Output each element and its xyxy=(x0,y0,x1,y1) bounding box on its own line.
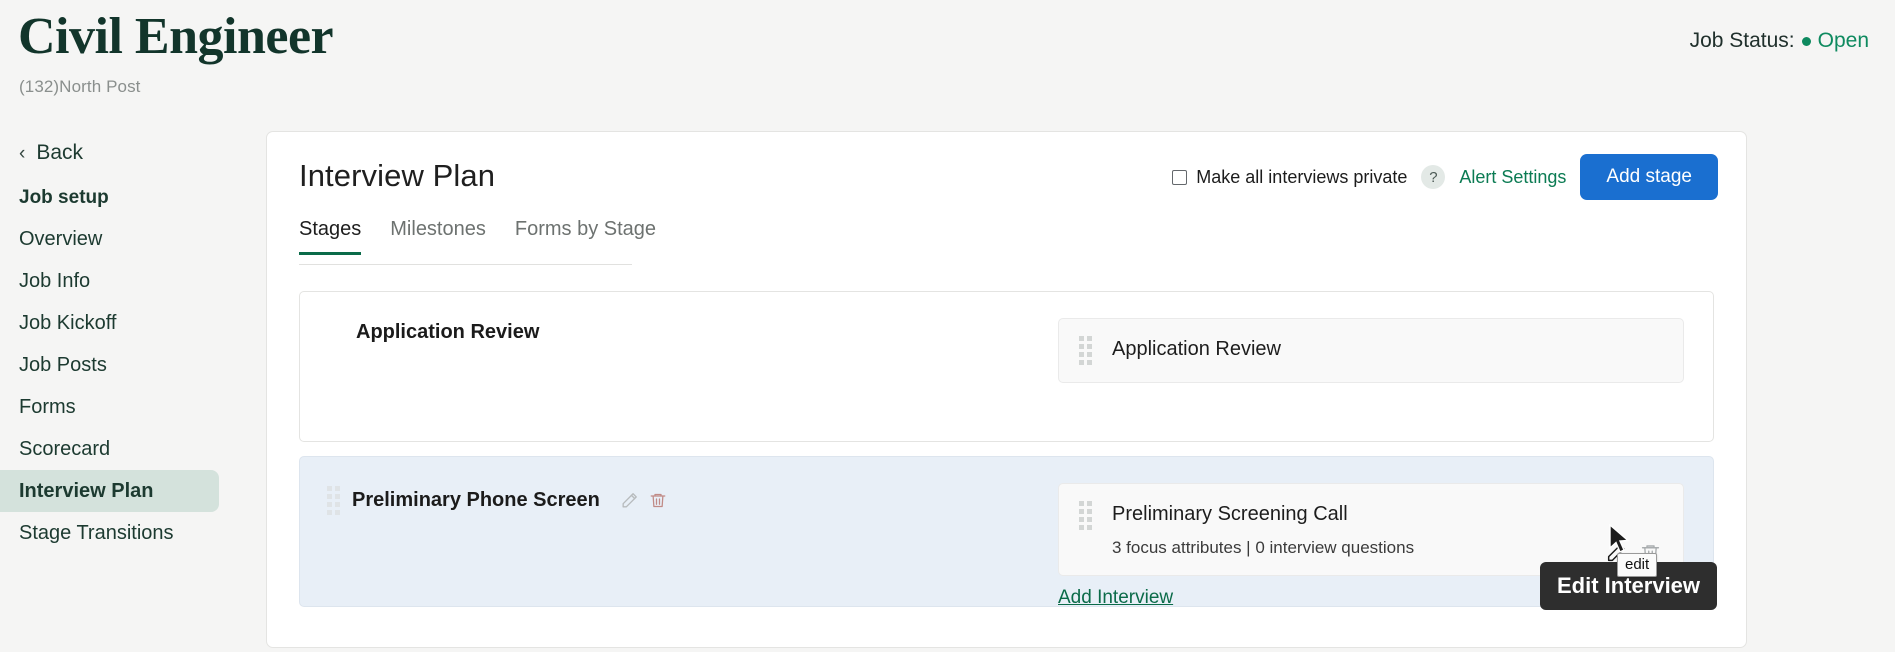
trash-icon[interactable] xyxy=(649,491,667,510)
make-all-interviews-private-checkbox[interactable]: Make all interviews private xyxy=(1172,167,1407,188)
stage-name: Preliminary Phone Screen xyxy=(352,489,600,511)
stage-header: Preliminary Phone Screen xyxy=(327,486,667,515)
interview-title: Application Review xyxy=(1112,338,1281,360)
tab-stages[interactable]: Stages xyxy=(299,218,362,255)
stage-list: Application Review Application Review Pr… xyxy=(267,265,1746,609)
checkbox-box[interactable] xyxy=(1172,169,1188,185)
sidebar-item-forms[interactable]: Forms xyxy=(0,386,219,428)
add-stage-button[interactable]: Add stage xyxy=(1580,154,1718,200)
sidebar: ‹ Back Job setup Overview Job Info Job K… xyxy=(0,136,219,554)
status-dot-icon xyxy=(1801,36,1811,46)
alert-settings-link[interactable]: Alert Settings xyxy=(1459,167,1566,188)
pencil-icon[interactable] xyxy=(620,491,639,510)
interview-text: Preliminary Screening Call 3 focus attri… xyxy=(1112,501,1414,558)
drag-handle-icon[interactable] xyxy=(1079,501,1092,530)
sidebar-item-label: Overview xyxy=(19,227,103,250)
sidebar-item-label: Forms xyxy=(19,395,76,418)
page-title: Civil Engineer xyxy=(18,8,334,65)
chevron-left-icon: ‹ xyxy=(19,142,26,164)
job-subtitle: (132)North Post xyxy=(19,77,141,96)
stage-header: Application Review xyxy=(356,321,539,344)
question-mark-icon[interactable]: ? xyxy=(1421,165,1446,189)
sidebar-item-job-info[interactable]: Job Info xyxy=(0,260,219,302)
drag-handle-icon[interactable] xyxy=(327,486,340,515)
stage-card: Preliminary Phone Screen Preliminary Scr… xyxy=(299,456,1714,609)
page-root: Civil Engineer (132)North Post Job Statu… xyxy=(0,0,1895,652)
panel-header: Interview Plan Make all interviews priva… xyxy=(267,132,1746,218)
job-status-value: Open xyxy=(1817,29,1869,52)
sidebar-item-label: Interview Plan xyxy=(19,479,154,502)
sidebar-item-label: Job Info xyxy=(19,269,91,292)
sidebar-item-job-posts[interactable]: Job Posts xyxy=(0,344,219,386)
drag-handle-icon[interactable] xyxy=(1079,336,1092,365)
add-interview-wrap: Add Interview xyxy=(1058,587,1173,609)
sidebar-item-label: Job Kickoff xyxy=(19,311,117,334)
tab-milestones[interactable]: Milestones xyxy=(390,218,486,254)
sidebar-item-label: Stage Transitions xyxy=(19,521,174,544)
stage-card: Application Review Application Review xyxy=(299,291,1714,442)
checkbox-label: Make all interviews private xyxy=(1196,166,1408,187)
back-button[interactable]: ‹ Back xyxy=(0,136,219,170)
interview-meta: 3 focus attributes | 0 interview questio… xyxy=(1112,538,1415,557)
edit-native-tooltip: edit xyxy=(1617,553,1658,577)
sidebar-item-interview-plan[interactable]: Interview Plan xyxy=(0,470,219,512)
job-status: Job Status: Open xyxy=(1690,29,1869,53)
tab-forms-by-stage[interactable]: Forms by Stage xyxy=(515,218,656,254)
stage-name: Application Review xyxy=(356,321,540,343)
sidebar-item-scorecard[interactable]: Scorecard xyxy=(0,428,219,470)
panel-header-actions: Make all interviews private ? Alert Sett… xyxy=(1172,154,1718,200)
stage-interviews: Application Review xyxy=(1058,318,1684,383)
stage-row-actions xyxy=(620,491,667,510)
interview-title: Preliminary Screening Call xyxy=(1112,503,1348,525)
sidebar-group-job-setup: Job setup xyxy=(0,178,219,218)
add-interview-link[interactable]: Add Interview xyxy=(1058,587,1173,608)
job-status-label: Job Status: xyxy=(1689,29,1795,52)
tab-bar: Stages Milestones Forms by Stage xyxy=(299,218,656,265)
interview-plan-panel: Interview Plan Make all interviews priva… xyxy=(266,131,1747,648)
panel-title: Interview Plan xyxy=(299,158,496,193)
sidebar-item-job-kickoff[interactable]: Job Kickoff xyxy=(0,302,219,344)
sidebar-item-label: Job Posts xyxy=(19,353,107,376)
sidebar-item-overview[interactable]: Overview xyxy=(0,218,219,260)
interview-row[interactable]: Application Review xyxy=(1058,318,1684,383)
interview-text: Application Review xyxy=(1112,336,1281,361)
back-label: Back xyxy=(36,141,84,164)
sidebar-item-label: Scorecard xyxy=(19,437,111,460)
sidebar-item-stage-transitions[interactable]: Stage Transitions xyxy=(0,512,219,554)
sidebar-group-label: Job setup xyxy=(19,187,109,208)
